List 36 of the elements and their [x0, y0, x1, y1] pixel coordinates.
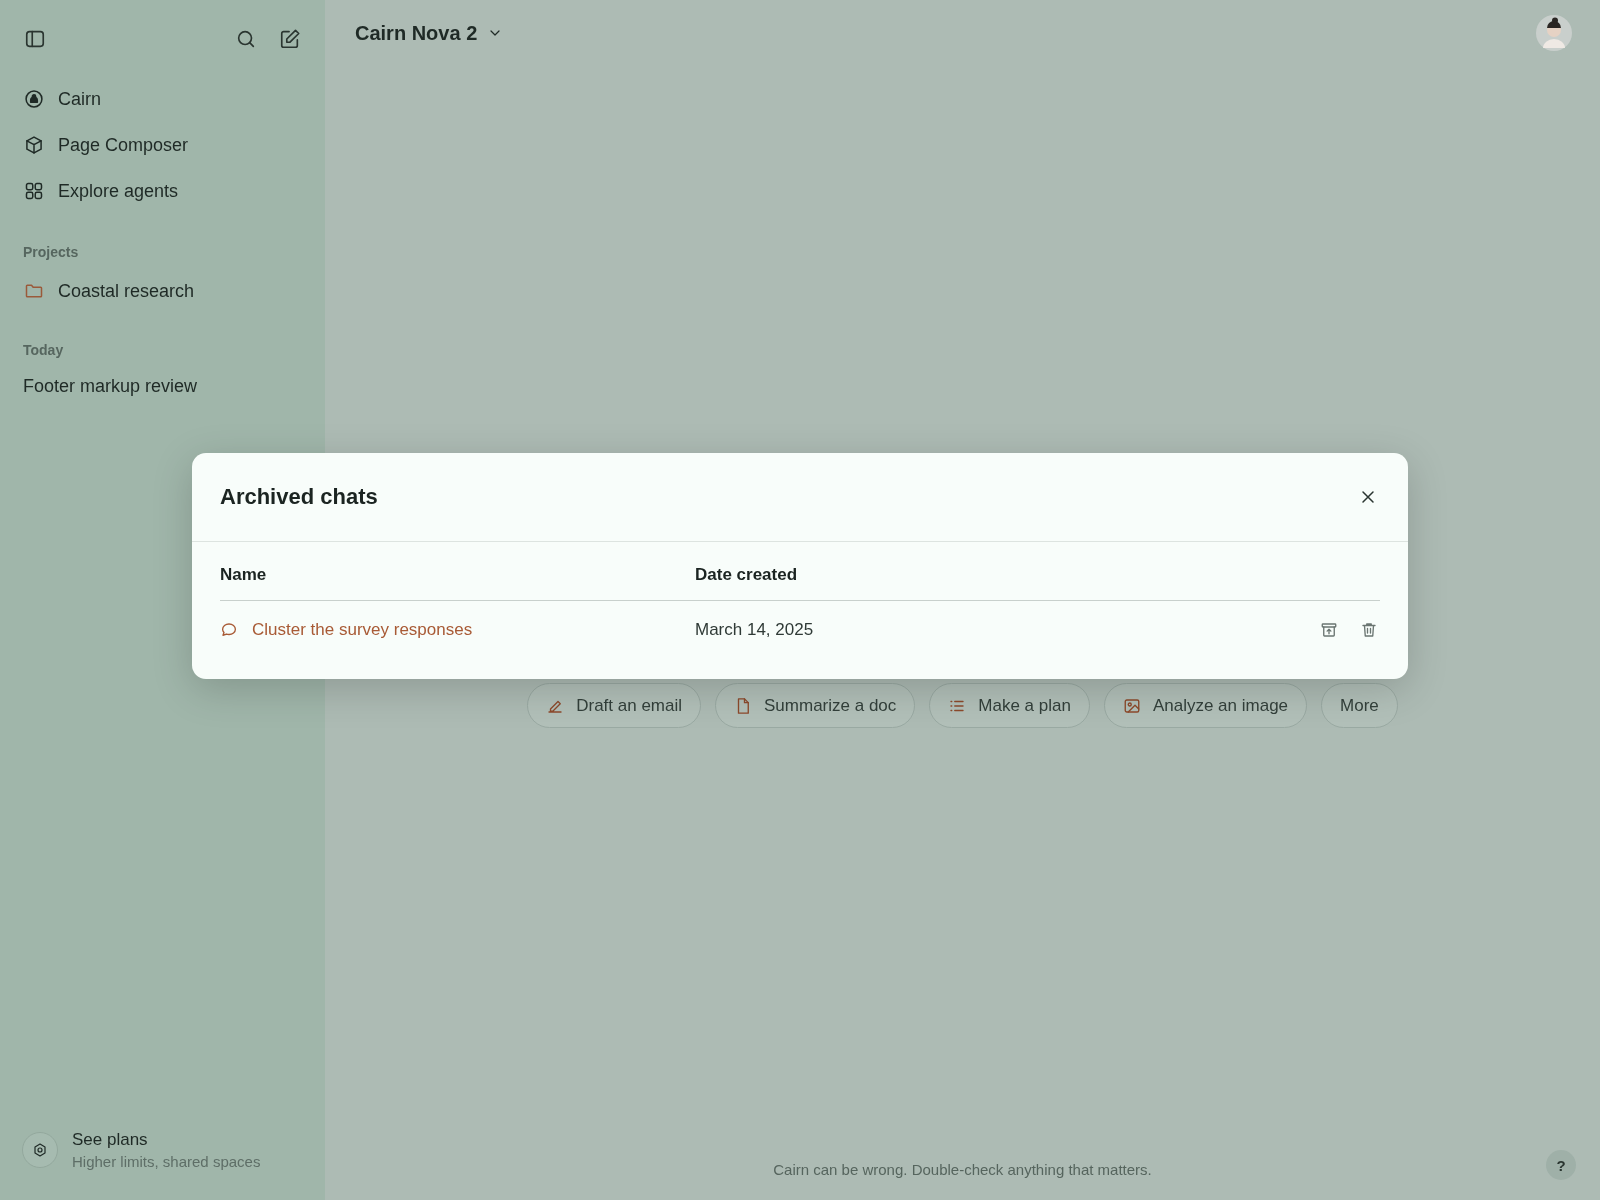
project-item[interactable]: Coastal research [12, 268, 313, 314]
dialog-title: Archived chats [220, 484, 378, 510]
plans-title[interactable]: See plans [72, 1130, 261, 1150]
folder-icon [24, 281, 44, 301]
person-circle-icon [24, 89, 44, 109]
search-icon [235, 28, 257, 50]
archive-icon [1320, 621, 1338, 639]
suggestion-chip[interactable]: Analyze an image [1103, 683, 1308, 728]
plans-subtitle: Higher limits, shared spaces [72, 1153, 261, 1170]
suggestion-chip[interactable]: Draft an email [527, 683, 701, 728]
trash-icon [1360, 621, 1378, 639]
cube-icon [24, 135, 44, 155]
suggestion-chip[interactable]: More [1321, 683, 1398, 728]
sidebar-item[interactable]: Cairn [12, 76, 313, 122]
sidebar-icon [24, 28, 46, 50]
edit-icon [279, 28, 301, 50]
avatar[interactable] [1536, 15, 1572, 51]
suggestion-chip[interactable]: Make a plan [929, 683, 1090, 728]
date-cell-text: March 14, 2025 [695, 620, 815, 640]
chat-item[interactable]: Footer markup review [0, 366, 325, 407]
column-header: Name [220, 565, 268, 585]
sidebar-item[interactable]: Explore agents [12, 168, 313, 214]
section-heading: Today [22, 342, 65, 358]
column-header: Date created [695, 565, 799, 585]
suggestion-chip[interactable]: Summarize a doc [715, 683, 916, 728]
grid-icon [24, 181, 44, 201]
hexagon-icon [32, 1142, 48, 1158]
help-button[interactable]: ? [1546, 1150, 1576, 1180]
section-heading: Projects [22, 244, 80, 260]
model-selector[interactable]: Cairn Nova 2 [355, 21, 504, 45]
plans-icon[interactable] [22, 1132, 58, 1168]
chat-link[interactable]: Cluster the survey responses [220, 620, 695, 640]
image-icon [1122, 696, 1141, 715]
speech-bubble-icon [220, 621, 238, 639]
disclaimer-text: Cairn can be wrong. Double-check anything that matters. [773, 1160, 1152, 1178]
sidebar-item[interactable]: Page Composer [12, 122, 313, 168]
